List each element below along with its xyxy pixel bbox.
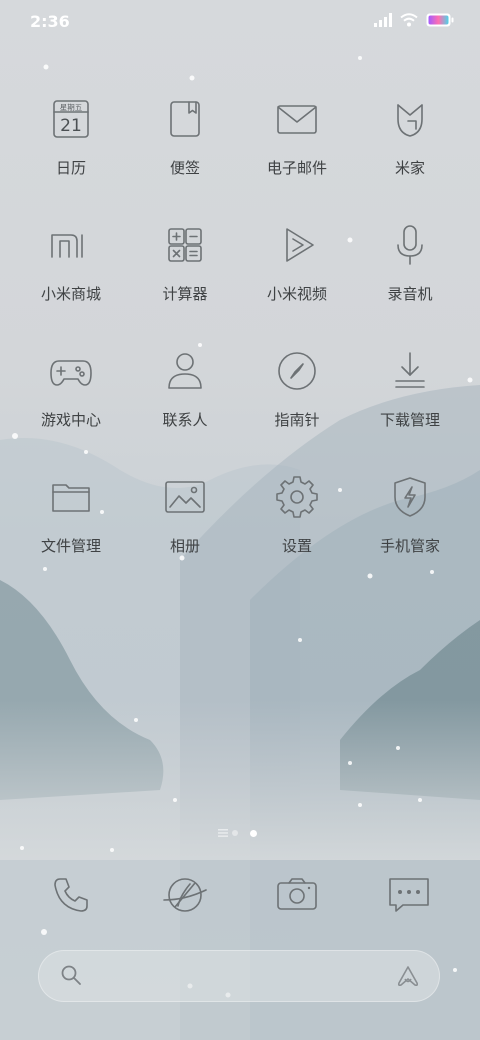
- calendar-weekday: 星期五: [60, 103, 83, 112]
- calendar-day: 21: [60, 116, 82, 136]
- folder-icon: [52, 484, 90, 512]
- dock-messages[interactable]: [384, 870, 434, 920]
- app-label: 小米视频: [266, 285, 327, 303]
- search-icon[interactable]: [60, 964, 82, 986]
- signal-icon: [374, 13, 392, 27]
- dock: [0, 870, 480, 920]
- app-game-center[interactable]: 游戏中心: [16, 347, 126, 430]
- gamepad-icon: [50, 360, 92, 386]
- mail-icon: [277, 105, 317, 134]
- app-mi-store[interactable]: 小米商城: [16, 221, 126, 304]
- wifi-icon: [400, 13, 418, 27]
- app-label: 便签: [169, 159, 200, 177]
- app-label: 指南针: [274, 411, 320, 429]
- page-dot[interactable]: [232, 830, 238, 836]
- app-recorder[interactable]: 录音机: [355, 221, 465, 304]
- app-mi-video[interactable]: 小米视频: [242, 221, 352, 304]
- compass-icon: [278, 352, 316, 390]
- app-label: 小米商城: [40, 285, 101, 303]
- app-file-manager[interactable]: 文件管理: [16, 473, 126, 556]
- app-gallery[interactable]: 相册: [130, 473, 240, 556]
- app-label: 录音机: [387, 285, 433, 303]
- microphone-icon: [397, 225, 423, 265]
- app-label: 游戏中心: [40, 411, 101, 429]
- app-label: 日历: [55, 159, 86, 177]
- app-label: 下载管理: [379, 411, 440, 429]
- page-indicator-list-icon: [218, 829, 228, 837]
- page-dot-active[interactable]: [250, 829, 257, 837]
- battery-icon: [426, 13, 454, 27]
- mijia-icon: [397, 104, 423, 137]
- notes-icon: [170, 101, 200, 137]
- app-calendar[interactable]: 星期五 21 日历: [16, 95, 126, 178]
- app-label: 手机管家: [379, 537, 440, 555]
- page-indicator[interactable]: [218, 829, 257, 837]
- app-calculator[interactable]: 计算器: [130, 221, 240, 304]
- download-icon: [395, 352, 425, 388]
- browser-icon: [163, 878, 207, 912]
- app-downloads[interactable]: 下载管理: [355, 347, 465, 430]
- app-mail[interactable]: 电子邮件: [242, 95, 352, 178]
- assistant-icon[interactable]: [396, 965, 420, 987]
- app-notes[interactable]: 便签: [130, 95, 240, 178]
- phone-icon: [54, 878, 88, 912]
- app-security[interactable]: 手机管家: [355, 473, 465, 556]
- app-mijia[interactable]: 米家: [355, 95, 465, 178]
- gallery-icon: [165, 481, 205, 513]
- status-icons: [374, 13, 454, 27]
- app-label: 设置: [281, 537, 312, 555]
- dock-camera[interactable]: [272, 870, 322, 920]
- messages-icon: [389, 878, 429, 912]
- search-bar[interactable]: [38, 950, 440, 1002]
- person-icon: [168, 353, 202, 389]
- status-bar: 2:36: [0, 0, 480, 44]
- dock-browser[interactable]: [160, 870, 210, 920]
- app-label: 米家: [394, 159, 425, 177]
- app-label: 计算器: [162, 285, 208, 303]
- app-label: 电子邮件: [266, 159, 327, 177]
- app-label: 联系人: [162, 411, 208, 429]
- app-settings[interactable]: 设置: [242, 473, 352, 556]
- app-label: 相册: [169, 537, 200, 555]
- shield-icon: [394, 477, 426, 517]
- app-compass[interactable]: 指南针: [242, 347, 352, 430]
- gear-icon: [276, 476, 318, 518]
- status-time: 2:36: [30, 12, 70, 31]
- dock-phone[interactable]: [46, 870, 96, 920]
- calculator-icon: [168, 228, 202, 262]
- mi-store-icon: [51, 234, 83, 258]
- camera-icon: [277, 878, 317, 910]
- app-label: 文件管理: [40, 537, 101, 555]
- video-play-icon: [286, 228, 314, 262]
- app-contacts[interactable]: 联系人: [130, 347, 240, 430]
- calendar-icon: 星期五 21: [53, 100, 89, 138]
